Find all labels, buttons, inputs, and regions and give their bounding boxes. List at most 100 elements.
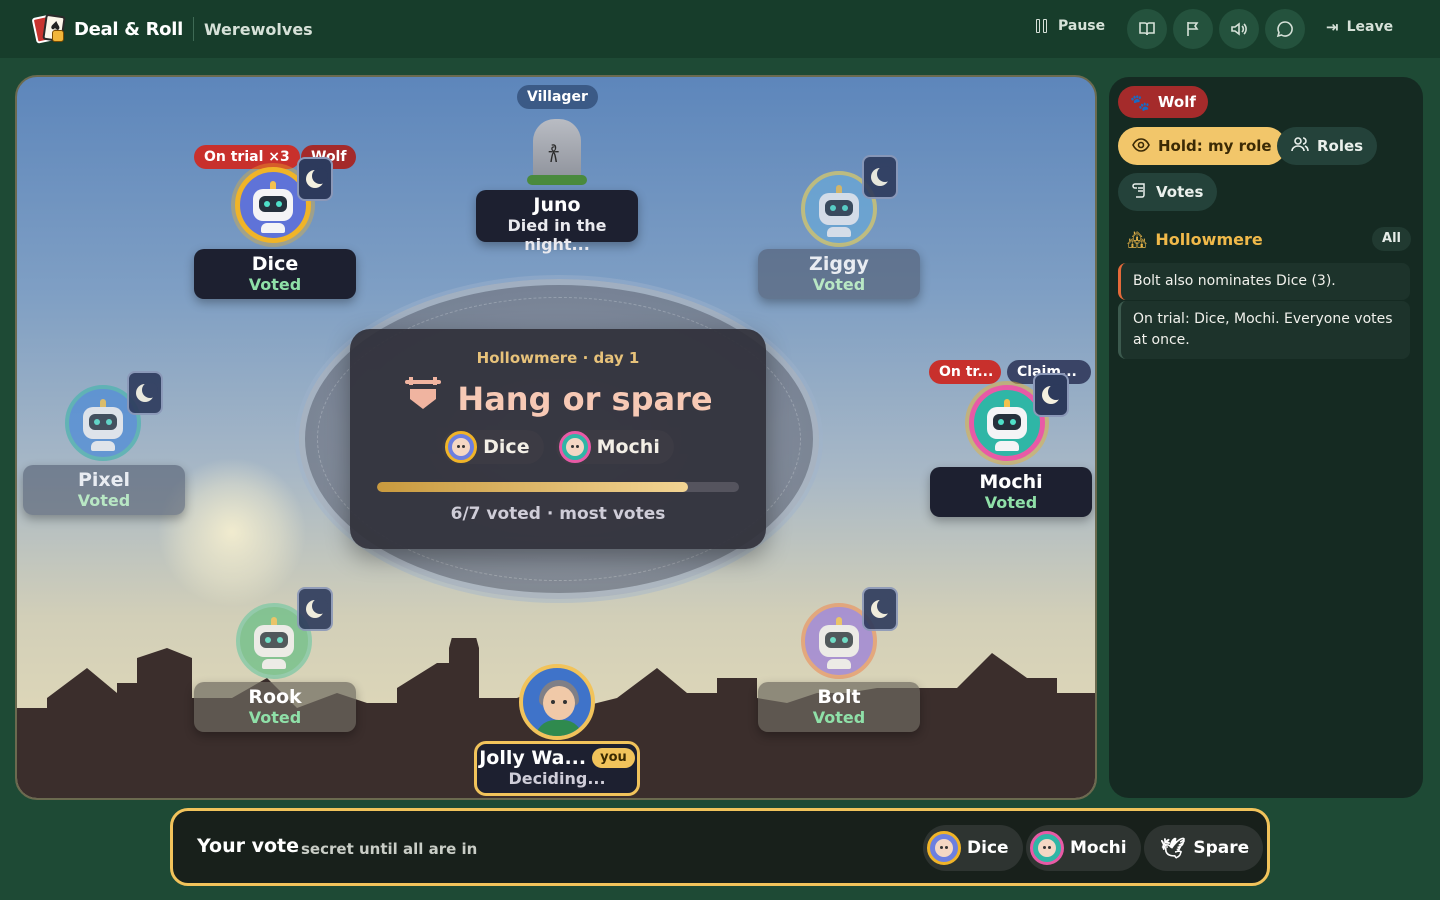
chat-button[interactable] bbox=[1265, 9, 1305, 49]
moon-icon bbox=[862, 587, 898, 631]
votes-button[interactable]: Votes bbox=[1118, 173, 1218, 211]
dice-mini-avatar bbox=[927, 831, 961, 865]
log-title: Hollowmere bbox=[1155, 229, 1263, 249]
robot-icon bbox=[253, 181, 293, 233]
side-panel: 🐾 Wolf Hold: my role Roles Votes 🏘 Hollo… bbox=[1109, 77, 1423, 798]
report-button[interactable] bbox=[1173, 9, 1213, 49]
my-role-pill[interactable]: 🐾 Wolf bbox=[1118, 86, 1208, 118]
speaker-icon bbox=[1231, 22, 1247, 36]
rulebook-button[interactable] bbox=[1127, 9, 1167, 49]
player-status: Deciding... bbox=[508, 769, 606, 788]
player-status: Died in the night... bbox=[507, 216, 607, 254]
seat-plate-ziggy[interactable]: Ziggy Voted bbox=[758, 249, 920, 299]
seat-plate-mochi[interactable]: Mochi Voted bbox=[930, 467, 1092, 517]
on-trial-tag: On trial ×3 bbox=[194, 145, 300, 169]
phase-title-row: Hang or spare bbox=[350, 377, 766, 420]
phase-subtitle: Hollowmere · day 1 bbox=[476, 349, 640, 367]
phase-title: Hang or spare bbox=[457, 379, 713, 418]
tombstone-icon: 𐀪 bbox=[527, 119, 587, 185]
role-label: Wolf bbox=[1157, 93, 1196, 111]
log-entry: Bolt also nominates Dice (3). bbox=[1118, 263, 1410, 300]
game-name: Werewolves bbox=[203, 19, 313, 39]
you-badge: you bbox=[592, 748, 635, 768]
player-status: Voted bbox=[248, 275, 302, 294]
log-entry: On trial: Dice, Mochi. Everyone votes at… bbox=[1118, 301, 1410, 359]
dice-mini-avatar bbox=[445, 431, 478, 463]
vote-mochi-button[interactable]: Mochi bbox=[1026, 825, 1141, 871]
book-icon bbox=[1139, 22, 1155, 36]
player-status: Voted bbox=[812, 275, 866, 294]
people-icon bbox=[1291, 136, 1309, 156]
mochi-mini-avatar bbox=[1030, 831, 1064, 865]
vote-spare-button[interactable]: 🕊 Spare bbox=[1144, 825, 1264, 871]
moon-icon bbox=[1033, 373, 1069, 417]
vote-bar-title: Your vote bbox=[197, 835, 299, 857]
candidate-mochi: Mochi bbox=[555, 430, 674, 464]
gallows-sign-icon bbox=[403, 377, 443, 420]
hold-role-button[interactable]: Hold: my role bbox=[1118, 127, 1286, 165]
seat-plate-bolt[interactable]: Bolt Voted bbox=[758, 682, 920, 732]
leave-label: Leave bbox=[1346, 19, 1394, 35]
vote-progress-bar bbox=[377, 482, 739, 492]
seat-plate-you[interactable]: Jolly Wa... you Deciding... bbox=[474, 741, 640, 796]
player-status: Voted bbox=[812, 708, 866, 727]
pause-button[interactable]: Pause bbox=[1036, 18, 1105, 34]
vote-option-label: Mochi bbox=[1070, 838, 1127, 858]
robot-icon bbox=[987, 399, 1027, 451]
sound-button[interactable] bbox=[1219, 9, 1259, 49]
brand-divider bbox=[192, 17, 194, 41]
player-name: Pixel bbox=[77, 469, 131, 491]
hold-label: Hold: my role bbox=[1158, 137, 1272, 155]
flag-icon bbox=[1187, 22, 1199, 36]
seat-plate-dice[interactable]: Dice Voted bbox=[194, 249, 356, 299]
votes-label: Votes bbox=[1156, 183, 1204, 201]
moon-icon bbox=[127, 371, 163, 415]
role-reveal-tag: Villager bbox=[517, 85, 598, 109]
moon-icon bbox=[862, 155, 898, 199]
moon-icon bbox=[297, 157, 333, 201]
vote-progress-fill bbox=[377, 482, 689, 492]
seat-plate-pixel[interactable]: Pixel Voted bbox=[23, 465, 185, 515]
seat-plate-rook[interactable]: Rook Voted bbox=[194, 682, 356, 732]
player-name: Juno bbox=[533, 194, 581, 216]
chat-bubble-icon bbox=[1276, 21, 1293, 38]
top-bar: Deal & Roll Werewolves Pause ⇥ Leave bbox=[0, 0, 1440, 58]
village-icon: 🏘 bbox=[1127, 229, 1148, 249]
exit-icon: ⇥ bbox=[1326, 18, 1339, 36]
candidate-dice: Dice bbox=[442, 430, 544, 464]
player-status: Voted bbox=[77, 491, 131, 510]
brand-logo-icon bbox=[31, 13, 66, 44]
vote-option-label: Spare bbox=[1193, 838, 1250, 858]
game-stage: Villager 𐀪 Juno Died in the night... Wol… bbox=[15, 75, 1097, 800]
player-name-row: Jolly Wa... you bbox=[477, 747, 637, 769]
leave-button[interactable]: ⇥ Leave bbox=[1326, 18, 1393, 36]
roles-button[interactable]: Roles bbox=[1277, 127, 1378, 165]
robot-icon bbox=[83, 399, 123, 451]
vote-bar: Your vote secret until all are in Dice M… bbox=[170, 808, 1270, 886]
mochi-mini-avatar bbox=[558, 431, 591, 463]
moon-icon bbox=[297, 587, 333, 631]
candidate-name: Dice bbox=[483, 436, 530, 458]
pause-label: Pause bbox=[1058, 18, 1106, 34]
trial-candidates: Dice Mochi bbox=[350, 430, 766, 464]
wolf-paw-icon: 🐾 bbox=[1130, 92, 1150, 112]
brand-name: Deal & Roll bbox=[74, 18, 183, 40]
player-status: Voted bbox=[984, 493, 1038, 512]
vote-status: 6/7 voted · most votes bbox=[450, 504, 666, 524]
robot-icon bbox=[254, 617, 294, 669]
player-name: Rook bbox=[248, 686, 302, 708]
candidate-name: Mochi bbox=[596, 436, 660, 458]
player-name: Mochi bbox=[979, 471, 1043, 493]
log-filter-all[interactable]: All bbox=[1372, 227, 1411, 251]
vote-bar-subtitle: secret until all are in bbox=[301, 840, 478, 858]
vote-dice-button[interactable]: Dice bbox=[923, 825, 1023, 871]
pause-icon bbox=[1036, 19, 1050, 33]
vote-option-label: Dice bbox=[967, 838, 1009, 858]
dove-icon: 🕊 bbox=[1160, 836, 1186, 860]
player-name: Jolly Wa... bbox=[479, 747, 587, 769]
avatar-you[interactable] bbox=[519, 664, 595, 740]
seat-plate-juno[interactable]: Juno Died in the night... bbox=[476, 190, 638, 254]
on-trial-tag: On tr... bbox=[929, 360, 1001, 384]
player-name: Ziggy bbox=[809, 253, 869, 275]
brand: Deal & Roll Werewolves bbox=[31, 13, 313, 44]
